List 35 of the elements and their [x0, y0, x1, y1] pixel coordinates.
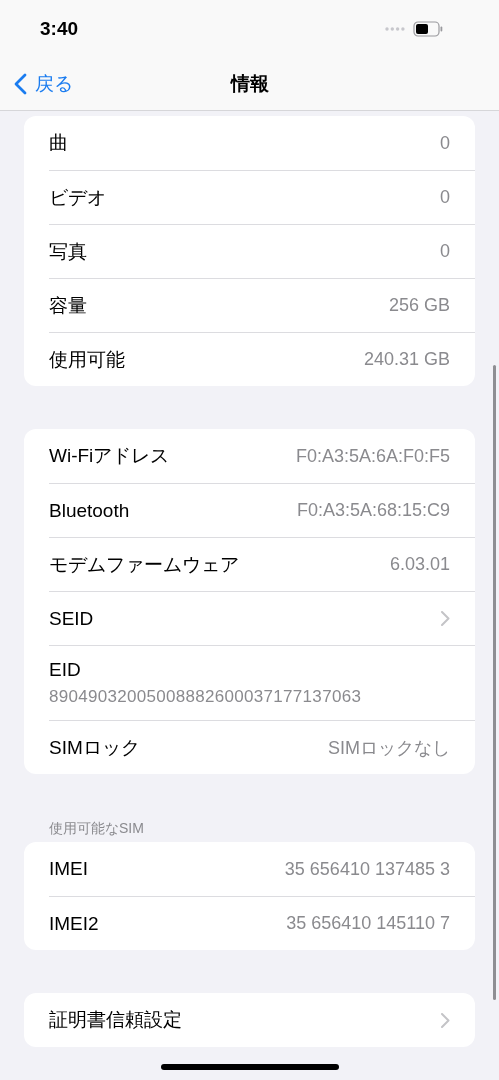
battery-icon: [413, 21, 443, 37]
row-label: IMEI: [49, 858, 89, 880]
row-label: Bluetooth: [49, 499, 130, 522]
row-value: 256 GB: [388, 295, 450, 316]
row-value: 6.03.01: [389, 554, 450, 575]
row-value: F0:A3:5A:68:15:C9: [296, 500, 450, 521]
row-label: ビデオ: [49, 185, 106, 210]
row-label[interactable]: 証明書信頼設定: [49, 1007, 182, 1033]
back-chevron-icon: [14, 73, 27, 95]
row-value: 0: [440, 241, 450, 262]
back-button[interactable]: 戻る: [14, 71, 73, 97]
row-label[interactable]: SEID: [49, 607, 94, 630]
row-label: 使用可能: [49, 347, 125, 372]
row-label: 容量: [49, 293, 87, 318]
signal-icon: [385, 27, 405, 31]
row-label: Wi-Fiアドレス: [49, 444, 170, 468]
row-value: 89049032005008882600037177137063: [49, 687, 362, 707]
row-value: 35 656410 145110 7: [286, 913, 450, 934]
row-label: 写真: [49, 239, 87, 264]
page-title: 情報: [230, 72, 269, 96]
row-value: 0: [440, 132, 450, 154]
row-value: SIMロックなし: [328, 736, 450, 760]
status-time: 3:40: [40, 18, 79, 40]
row-label: IMEI2: [49, 912, 99, 935]
chevron-icon: [441, 611, 450, 626]
section-header: 使用可能なSIM: [49, 820, 144, 838]
row-value: 0: [440, 187, 450, 208]
row-label: EID: [49, 659, 81, 681]
row-value: 240.31 GB: [363, 349, 450, 370]
row-value: 35 656410 137485 3: [284, 858, 450, 880]
row-label: SIMロック: [49, 735, 140, 760]
chevron-icon: [441, 1012, 450, 1028]
row-label: 曲: [49, 131, 68, 155]
row-value: F0:A3:5A:6A:F0:F5: [295, 445, 450, 467]
row-label: モデムファームウェア: [49, 552, 239, 577]
